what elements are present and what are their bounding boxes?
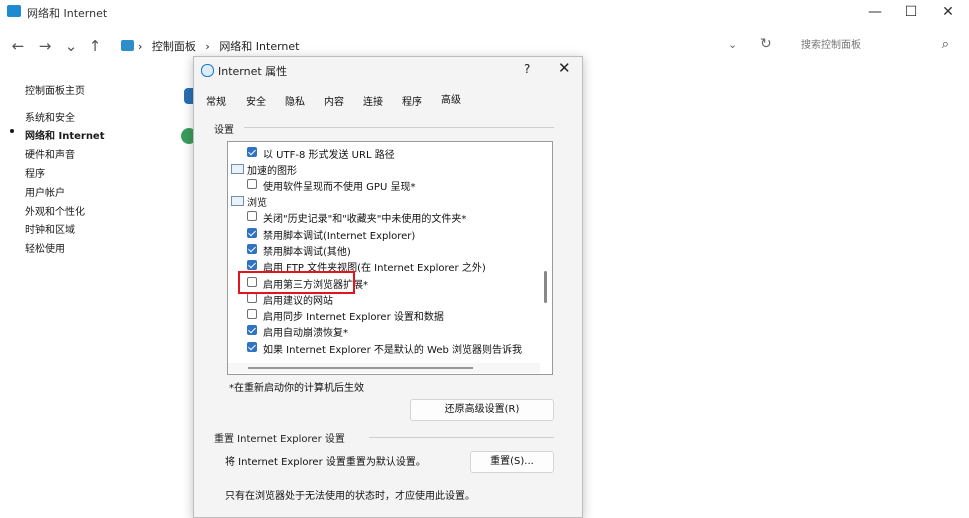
checkbox-checked[interactable] bbox=[247, 342, 257, 352]
checkbox-unchecked[interactable] bbox=[247, 211, 257, 221]
list-item[interactable]: 禁用脚本调试(Internet Explorer) bbox=[228, 226, 538, 242]
restart-note: *在重新启动你的计算机后生效 bbox=[229, 383, 364, 394]
search-input[interactable] bbox=[799, 39, 933, 52]
dialog-title: Internet 属性 bbox=[218, 65, 288, 78]
network-folder-icon bbox=[7, 5, 21, 17]
setting-label: 启用同步 Internet Explorer 设置和数据 bbox=[263, 312, 444, 323]
tab-security[interactable]: 安全 bbox=[246, 93, 266, 108]
breadcrumb[interactable]: › 控制面板 › 网络和 Internet bbox=[138, 38, 306, 54]
sidebar-item-home[interactable]: 控制面板主页 bbox=[25, 82, 85, 97]
breadcrumb-separator: › bbox=[205, 40, 210, 53]
setting-label: 禁用脚本调试(Internet Explorer) bbox=[263, 231, 416, 242]
list-item[interactable]: 以 UTF-8 形式发送 URL 路径 bbox=[228, 145, 538, 161]
sidebar-item-network[interactable]: 网络和 Internet bbox=[25, 127, 105, 142]
category-icon bbox=[231, 164, 244, 174]
list-item[interactable]: 启用自动崩溃恢复* bbox=[228, 323, 538, 339]
refresh-icon[interactable]: ↻ bbox=[760, 36, 772, 52]
setting-label: 使用软件呈现而不使用 GPU 呈现* bbox=[263, 182, 416, 193]
breadcrumb-network[interactable]: 网络和 Internet bbox=[219, 40, 299, 53]
vertical-scrollbar[interactable] bbox=[540, 141, 551, 373]
checkbox-checked[interactable] bbox=[247, 147, 257, 157]
sidebar-item-programs[interactable]: 程序 bbox=[25, 165, 45, 180]
checkbox-checked[interactable] bbox=[247, 260, 257, 270]
tab-content[interactable]: 内容 bbox=[324, 93, 344, 108]
setting-label: 如果 Internet Explorer 不是默认的 Web 浏览器则告诉我 bbox=[263, 345, 523, 356]
window-title: 网络和 Internet bbox=[27, 7, 108, 20]
reset-button[interactable]: 重置(S)... bbox=[470, 451, 554, 473]
back-button[interactable]: ← bbox=[9, 37, 27, 55]
setting-label: 启用建议的网站 bbox=[263, 296, 333, 307]
tab-connections[interactable]: 连接 bbox=[363, 93, 383, 108]
checkbox-checked[interactable] bbox=[247, 244, 257, 254]
list-category: 浏览 bbox=[228, 193, 538, 209]
close-window-button[interactable]: ✕ bbox=[928, 3, 968, 21]
category-icon bbox=[231, 196, 244, 206]
recent-locations-button[interactable]: ⌄ bbox=[62, 37, 80, 55]
horizontal-scrollbar[interactable] bbox=[228, 363, 540, 373]
forward-button[interactable]: → bbox=[36, 37, 54, 55]
window-title-bar: 网络和 Internet — ☐ ✕ bbox=[0, 0, 969, 26]
setting-label: 禁用脚本调试(其他) bbox=[263, 247, 351, 258]
advanced-settings-list[interactable]: 以 UTF-8 形式发送 URL 路径 加速的图形 使用软件呈现而不使用 GPU… bbox=[227, 141, 553, 375]
setting-label: 关闭"历史记录"和"收藏夹"中未使用的文件夹* bbox=[263, 214, 467, 225]
internet-globe-icon bbox=[201, 64, 214, 77]
category-label: 浏览 bbox=[247, 198, 267, 209]
checkbox-unchecked[interactable] bbox=[247, 179, 257, 189]
minimize-button[interactable]: — bbox=[855, 3, 895, 21]
breadcrumb-separator: › bbox=[138, 40, 143, 53]
checkbox-checked[interactable] bbox=[247, 228, 257, 238]
setting-label: 启用自动崩溃恢复* bbox=[263, 328, 348, 339]
sidebar-item-system-security[interactable]: 系统和安全 bbox=[25, 109, 75, 124]
sidebar-item-ease-of-access[interactable]: 轻松使用 bbox=[25, 240, 65, 255]
list-category: 加速的图形 bbox=[228, 161, 538, 177]
category-label: 加速的图形 bbox=[247, 166, 297, 177]
reset-description: 将 Internet Explorer 设置重置为默认设置。 bbox=[225, 457, 426, 468]
settings-group-label: 设置 bbox=[214, 125, 234, 136]
control-panel-icon bbox=[121, 40, 134, 51]
search-box[interactable]: ⌕ bbox=[795, 36, 955, 56]
list-item[interactable]: 启用同步 Internet Explorer 设置和数据 bbox=[228, 307, 538, 323]
tab-privacy[interactable]: 隐私 bbox=[285, 93, 305, 108]
group-divider bbox=[369, 437, 554, 438]
tab-general[interactable]: 常规 bbox=[206, 93, 226, 108]
scrollbar-thumb[interactable] bbox=[544, 271, 547, 303]
search-icon[interactable]: ⌕ bbox=[942, 37, 949, 52]
list-item[interactable]: 关闭"历史记录"和"收藏夹"中未使用的文件夹* bbox=[228, 209, 538, 225]
checkbox-unchecked[interactable] bbox=[247, 293, 257, 303]
setting-label: 以 UTF-8 形式发送 URL 路径 bbox=[263, 150, 395, 161]
up-button[interactable]: ↑ bbox=[86, 37, 104, 55]
sidebar-item-hardware-sound[interactable]: 硬件和声音 bbox=[25, 146, 75, 161]
active-indicator bbox=[10, 129, 14, 133]
breadcrumb-control-panel[interactable]: 控制面板 bbox=[152, 40, 196, 53]
tab-programs[interactable]: 程序 bbox=[402, 93, 422, 108]
sidebar-item-appearance[interactable]: 外观和个性化 bbox=[25, 203, 85, 218]
checkbox-checked[interactable] bbox=[247, 325, 257, 335]
list-item[interactable]: 使用软件呈现而不使用 GPU 呈现* bbox=[228, 177, 538, 193]
sidebar-item-clock-region[interactable]: 时钟和区域 bbox=[25, 221, 75, 236]
sidebar-item-user-accounts[interactable]: 用户帐户 bbox=[25, 184, 65, 199]
restore-advanced-button[interactable]: 还原高级设置(R) bbox=[410, 399, 554, 421]
tab-advanced[interactable]: 高级 bbox=[441, 91, 461, 106]
reset-group-label: 重置 Internet Explorer 设置 bbox=[214, 434, 345, 445]
checkbox-unchecked[interactable] bbox=[247, 309, 257, 319]
list-item[interactable]: 禁用脚本调试(其他) bbox=[228, 242, 538, 258]
maximize-button[interactable]: ☐ bbox=[891, 3, 931, 21]
address-dropdown-icon[interactable]: ⌄ bbox=[728, 38, 737, 51]
list-item[interactable]: 如果 Internet Explorer 不是默认的 Web 浏览器则告诉我 bbox=[228, 340, 538, 356]
dialog-close-button[interactable]: ✕ bbox=[558, 59, 571, 77]
group-divider bbox=[244, 127, 554, 128]
help-button[interactable]: ? bbox=[524, 62, 530, 76]
highlight-box bbox=[238, 271, 355, 294]
scrollbar-thumb[interactable] bbox=[248, 367, 473, 369]
